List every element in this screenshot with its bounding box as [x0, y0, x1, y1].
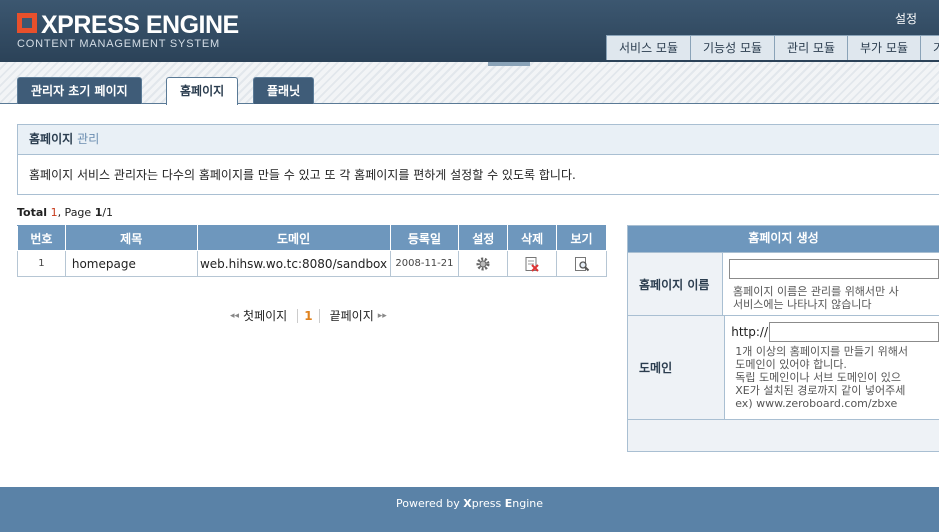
- band-marker: [488, 62, 530, 66]
- menu-admin-module[interactable]: 관리 모듈: [775, 36, 849, 60]
- domain-input-wrap: http://: [731, 322, 939, 342]
- col-delete: 삭제: [507, 225, 558, 251]
- menu-addon-module[interactable]: 부가 모듈: [848, 36, 921, 60]
- table-row: 1 homepage web.hihsw.wo.tc:8080/sandbox …: [17, 250, 607, 277]
- first-page-arrow-icon: ◂◂: [230, 310, 240, 321]
- col-settings: 설정: [458, 225, 509, 251]
- name-help: 홈페이지 이름은 관리를 위해서만 사 서비스에는 나타나지 않습니다: [733, 285, 939, 311]
- intro-subtitle: 관리: [77, 132, 100, 146]
- domain-prefix: http://: [731, 325, 768, 339]
- domain-row: 도메인 http:// 1개 이상의 홈페이지를 만들기 위해서 도메인이 있어…: [628, 315, 939, 419]
- powered-by-text: Powered by: [395, 497, 464, 510]
- domain-help: 1개 이상의 홈페이지를 만들기 위해서 도메인이 있어야 합니다. 독립 도메…: [735, 345, 939, 410]
- page-total: /1: [102, 206, 114, 219]
- row-title[interactable]: homepage: [64, 250, 198, 277]
- total-summary: Total 1, Page 1/1: [17, 206, 113, 219]
- homepage-table: 번호 제목 도메인 등록일 설정 삭제 보기 1 homepage web.hi…: [17, 225, 607, 277]
- name-label: 홈페이지 이름: [628, 253, 723, 315]
- name-help-line: 서비스에는 나타나지 않습니다: [733, 298, 872, 311]
- logo-mark-icon: [17, 13, 37, 33]
- logo-subtitle: CONTENT MANAGEMENT SYSTEM: [17, 38, 220, 50]
- name-field-wrap: 홈페이지 이름은 관리를 위해서만 사 서비스에는 나타나지 않습니다: [723, 253, 939, 315]
- menu-function-module[interactable]: 기능성 모듈: [691, 36, 776, 60]
- settings-link[interactable]: 설정: [895, 10, 917, 27]
- name-help-line: 홈페이지 이름은 관리를 위해서만 사: [733, 285, 899, 298]
- domain-help-line: XE가 설치된 경로까지 같이 넣어주세: [735, 384, 906, 397]
- pagination: ◂◂ 첫페이지 1 끝페이지 ▸▸: [226, 307, 391, 324]
- domain-field-wrap: http:// 1개 이상의 홈페이지를 만들기 위해서 도메인이 있어야 합니…: [725, 316, 939, 419]
- brand-press: press: [471, 497, 505, 510]
- view-icon[interactable]: [574, 256, 590, 272]
- menu-service-module[interactable]: 서비스 모듈: [607, 36, 692, 60]
- first-page-link[interactable]: 첫페이지: [243, 307, 287, 324]
- header: XPRESS ENGINE CONTENT MANAGEMENT SYSTEM …: [0, 0, 939, 62]
- total-count: 1: [50, 206, 58, 219]
- tab-admin-home[interactable]: 관리자 초기 페이지: [17, 77, 142, 104]
- col-domain: 도메인: [196, 225, 391, 251]
- row-view-cell: [556, 250, 607, 277]
- homepage-name-input[interactable]: [729, 259, 939, 279]
- row-number: 1: [17, 250, 66, 277]
- last-page-link[interactable]: 끝페이지: [330, 307, 374, 324]
- table-header-row: 번호 제목 도메인 등록일 설정 삭제 보기: [17, 225, 607, 251]
- intro-title: 홈페이지: [29, 132, 74, 146]
- create-form-title: 홈페이지 생성: [628, 226, 939, 252]
- gear-icon[interactable]: [475, 256, 491, 272]
- domain-input[interactable]: [769, 322, 939, 342]
- page-label: , Page: [57, 206, 92, 219]
- delete-icon[interactable]: [524, 256, 540, 272]
- domain-help-line: 1개 이상의 홈페이지를 만들기 위해서: [735, 345, 909, 358]
- row-date: 2008-11-21: [389, 250, 460, 277]
- intro-header: 홈페이지 관리: [18, 125, 939, 155]
- tab-planet[interactable]: 플래닛: [253, 77, 315, 104]
- domain-help-line: 도메인이 있어야 합니다.: [735, 358, 847, 371]
- row-settings-cell: [458, 250, 509, 277]
- col-title: 제목: [64, 225, 198, 251]
- col-date: 등록일: [389, 225, 460, 251]
- total-label: Total: [17, 206, 48, 219]
- domain-help-line: 독립 도메인이나 서브 도메인이 있으: [735, 371, 902, 384]
- row-delete-cell: [507, 250, 558, 277]
- create-form-footer: [628, 419, 939, 451]
- col-number: 번호: [17, 225, 66, 251]
- top-menu: 서비스 모듈 기능성 모듈 관리 모듈 부가 모듈 기: [606, 35, 939, 60]
- brand-ngine: ngine: [512, 497, 543, 510]
- tab-homepage[interactable]: 홈페이지: [166, 77, 239, 105]
- brand-x: X: [463, 497, 472, 510]
- name-row: 홈페이지 이름 홈페이지 이름은 관리를 위해서만 사 서비스에는 나타나지 않…: [628, 252, 939, 315]
- domain-label: 도메인: [628, 316, 726, 419]
- intro-box: 홈페이지 관리 홈페이지 서비스 관리자는 다수의 홈페이지를 만들 수 있고 또…: [17, 124, 939, 195]
- current-page[interactable]: 1: [297, 308, 320, 323]
- footer: Powered by Xpress Engine: [0, 487, 939, 532]
- intro-description: 홈페이지 서비스 관리자는 다수의 홈페이지를 만들 수 있고 또 각 홈페이지…: [29, 168, 576, 182]
- col-view: 보기: [556, 225, 607, 251]
- menu-more[interactable]: 기: [921, 36, 939, 60]
- domain-help-line: ex) www.zeroboard.com/zbxe: [735, 397, 898, 410]
- row-domain[interactable]: web.hihsw.wo.tc:8080/sandbox: [196, 250, 391, 277]
- logo-title: XPRESS ENGINE: [41, 11, 239, 39]
- create-homepage-form: 홈페이지 생성 홈페이지 이름 홈페이지 이름은 관리를 위해서만 사 서비스에…: [627, 225, 939, 452]
- last-page-arrow-icon: ▸▸: [377, 310, 387, 321]
